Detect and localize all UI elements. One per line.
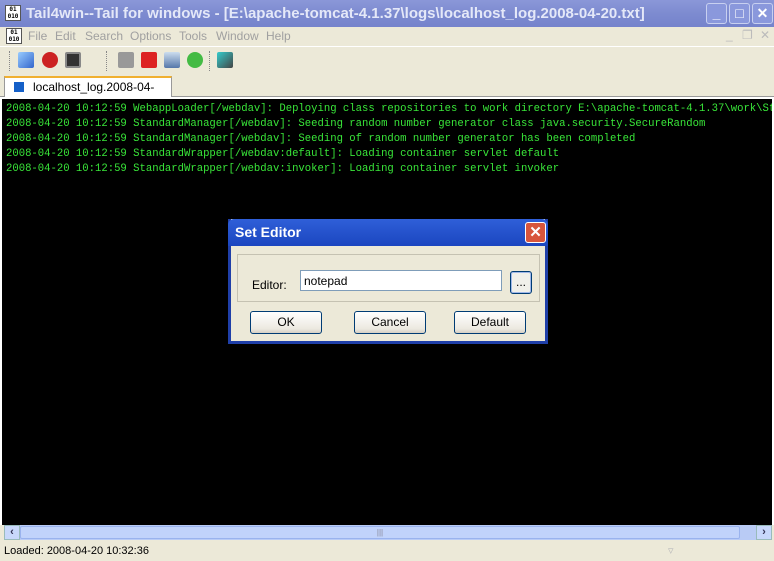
title-bar: 01 010 Tail4win--Tail for windows - [E:\a… <box>0 0 774 27</box>
menu-tools[interactable]: Tools <box>179 29 207 43</box>
menu-bar: 01 010 File Edit Search Options Tools Win… <box>0 27 774 46</box>
status-bar: Loaded: 2008-04-20 10:32:36 ▿ <box>0 541 774 558</box>
set-editor-dialog: Set Editor ✕ Editor: ... OK Cancel Defau… <box>228 219 548 344</box>
window-title: Tail4win--Tail for windows - [E:\apache-… <box>26 5 645 22</box>
browse-button[interactable]: ... <box>510 271 532 294</box>
resize-grip-icon[interactable]: ▿ <box>668 541 674 561</box>
dialog-close-button[interactable]: ✕ <box>525 222 546 243</box>
horizontal-scrollbar[interactable]: ‹ ||| › <box>4 525 772 540</box>
bug-icon[interactable] <box>42 52 58 68</box>
tab-localhost-log[interactable]: localhost_log.2008-04-20.txt <box>4 76 172 113</box>
mdi-close-icon[interactable]: ✕ <box>760 28 770 42</box>
mdi-minimize-icon[interactable]: _ <box>726 28 733 42</box>
app-icon: 01 010 <box>5 5 21 21</box>
monitor-icon[interactable] <box>65 52 81 68</box>
editor-label: Editor: <box>252 278 287 292</box>
editor-input[interactable] <box>300 270 502 291</box>
scroll-right-icon[interactable]: › <box>756 525 772 540</box>
log-line: 2008-04-20 10:12:59 StandardManager[/web… <box>6 133 636 145</box>
cancel-button[interactable]: Cancel <box>354 311 426 334</box>
log-line: 2008-04-20 10:12:59 WebappLoader[/webdav… <box>6 103 772 115</box>
stop-icon[interactable] <box>118 52 134 68</box>
menu-file[interactable]: File <box>28 29 47 43</box>
file-icon <box>14 82 24 92</box>
dialog-title-bar: Set Editor <box>228 219 548 246</box>
dialog-title: Set Editor <box>235 224 302 240</box>
refresh-icon[interactable] <box>187 52 203 68</box>
menu-search[interactable]: Search <box>85 29 123 43</box>
open-folder-icon[interactable] <box>18 52 34 68</box>
power-icon[interactable] <box>141 52 157 68</box>
status-text: Loaded: 2008-04-20 10:32:36 <box>4 545 149 557</box>
default-button[interactable]: Default <box>454 311 526 334</box>
close-button[interactable]: ✕ <box>752 3 773 24</box>
log-line: 2008-04-20 10:12:59 StandardWrapper[/web… <box>6 148 560 160</box>
menu-edit[interactable]: Edit <box>55 29 76 43</box>
copy-icon[interactable] <box>164 52 180 68</box>
toolbar <box>0 46 774 73</box>
ok-button[interactable]: OK <box>250 311 322 334</box>
document-icon[interactable]: 01 010 <box>6 28 22 44</box>
maximize-button[interactable]: □ <box>729 3 750 24</box>
log-line: 2008-04-20 10:12:59 StandardWrapper[/web… <box>6 163 560 175</box>
minimize-button[interactable]: _ <box>706 3 727 24</box>
scroll-left-icon[interactable]: ‹ <box>4 525 20 540</box>
log-line: 2008-04-20 10:12:59 StandardManager[/web… <box>6 118 706 130</box>
tab-bar: localhost_log.2008-04-20.txt <box>0 74 774 113</box>
mdi-restore-icon[interactable]: ❐ <box>742 28 753 42</box>
menu-help[interactable]: Help <box>266 29 291 43</box>
menu-window[interactable]: Window <box>216 29 259 43</box>
scroll-thumb[interactable]: ||| <box>20 526 740 539</box>
menu-options[interactable]: Options <box>130 29 171 43</box>
editor-icon[interactable] <box>217 52 233 68</box>
